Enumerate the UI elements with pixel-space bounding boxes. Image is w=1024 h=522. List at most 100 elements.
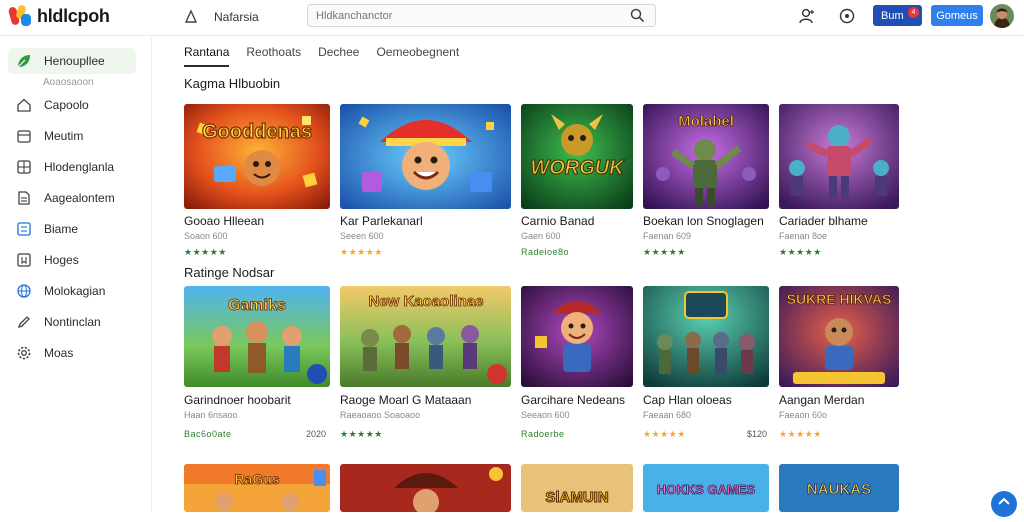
game-title[interactable]: Cariader blhame (779, 214, 868, 228)
game-card[interactable]: Cariader blhame Faenan 8oe ★★★★★ (779, 104, 899, 264)
sidebar-item-5[interactable]: Biame (8, 216, 136, 242)
game-thumbnail[interactable] (521, 286, 633, 387)
note-icon (17, 222, 31, 236)
game-card[interactable]: SlAMUIN (521, 464, 633, 512)
home-icon (17, 98, 31, 112)
game-card[interactable]: Garcihare Nedeans Seeaon 600 Radoerbe (521, 286, 633, 446)
tab-2[interactable]: Dechee (318, 42, 359, 67)
game-title[interactable]: Kar Parlekanarl (340, 214, 423, 228)
card-art-text: Gamiks (228, 297, 286, 314)
tab-bar: Rantana Reothoats Dechee Oemeobegnent (184, 42, 476, 68)
game-thumbnail[interactable] (340, 464, 511, 512)
card-art-text: WORGUK (530, 157, 625, 179)
game-price: $120 (747, 429, 768, 439)
sidebar-item-4[interactable]: Aagealontem (8, 185, 136, 211)
sidebar-item-1[interactable]: Capoolo (8, 92, 136, 118)
sidebar-item-9[interactable]: Moas (8, 340, 136, 366)
avatar[interactable] (990, 4, 1014, 28)
gear-icon (17, 346, 31, 360)
grid-icon (17, 160, 31, 174)
game-title[interactable]: Carnio Banad (521, 214, 594, 228)
game-subtitle: Seeen 600 (340, 231, 384, 241)
game-card[interactable]: Gooddenas Gooao Hlleean Soaon 600 ★★★★★ (184, 104, 330, 264)
card-art-text: SlAMUIN (545, 489, 608, 506)
game-title[interactable]: Aangan Merdan (779, 393, 864, 407)
sidebar-item-6[interactable]: Hoges (8, 247, 136, 273)
game-thumbnail[interactable]: Gooddenas (184, 104, 330, 209)
sidebar-item-home[interactable]: Henoupllee (8, 48, 136, 74)
game-thumbnail[interactable]: New Kaoaolinae (340, 286, 511, 387)
game-thumbnail[interactable] (779, 104, 899, 209)
game-card[interactable]: Gamiks Garindnoer hoobarit Haan 6nsaoo B… (184, 286, 330, 446)
game-card[interactable] (340, 464, 511, 512)
card-art-text: Gooddenas (202, 121, 312, 143)
tab-3[interactable]: Oemeobegnent (376, 42, 459, 67)
game-thumbnail[interactable]: Gamiks (184, 286, 330, 387)
calendar-icon (17, 130, 31, 143)
game-card[interactable]: RaGus (184, 464, 330, 512)
game-rating: ★★★★★ (779, 247, 822, 257)
game-card[interactable]: NAUKAS (779, 464, 899, 512)
help-icon[interactable] (838, 7, 856, 25)
app-logo[interactable]: hldlcpoh (7, 4, 110, 27)
sidebar-item-3[interactable]: Hlodenglanla (8, 154, 136, 180)
game-thumbnail[interactable]: NAUKAS (779, 464, 899, 512)
section-title-2: Ratinge Nodsar (184, 265, 275, 280)
game-title[interactable]: Gooao Hlleean (184, 214, 264, 228)
floating-action-button[interactable] (991, 491, 1017, 517)
game-rating: ★★★★★ (340, 247, 383, 257)
game-subtitle: Haan 6nsaoo (184, 410, 238, 420)
primary-button-label: Bum (881, 9, 904, 22)
card-art-text: HOKKS GAMES (657, 482, 756, 497)
game-thumbnail[interactable]: HOKKS GAMES (643, 464, 769, 512)
logo-icon (7, 4, 32, 27)
game-title[interactable]: Cap Hlan oloeas (643, 393, 732, 407)
document-icon (18, 191, 30, 205)
game-thumbnail[interactable] (643, 286, 769, 387)
tab-1[interactable]: Reothoats (246, 42, 301, 67)
game-rating: Radeioe8o (521, 247, 570, 257)
primary-button[interactable]: Bum 4 (873, 5, 922, 26)
game-rating: ★★★★★ (340, 429, 383, 439)
top-bar: hldlcpoh Nafarsia Bum 4 Gomeus (0, 0, 1024, 36)
game-title[interactable]: Raoge Moarl G Mataaan (340, 393, 471, 407)
game-card[interactable]: WORGUK Carnio Banad Gaen 600 Radeioe8o (521, 104, 633, 264)
bell-icon[interactable] (182, 8, 200, 26)
search-icon[interactable] (630, 8, 645, 23)
search-input[interactable] (308, 5, 608, 26)
user-add-icon[interactable] (798, 7, 816, 25)
globe-icon (17, 284, 31, 298)
game-card[interactable]: HOKKS GAMES (643, 464, 769, 512)
sidebar-sub-label: Aoaosaoon (43, 77, 94, 88)
card-art-text: NAUKAS (807, 481, 871, 498)
game-thumbnail[interactable]: SUKRE HIKVAS (779, 286, 899, 387)
game-thumbnail[interactable]: SlAMUIN (521, 464, 633, 512)
game-title[interactable]: Garindnoer hoobarit (184, 393, 291, 407)
game-card[interactable]: SUKRE HIKVAS Aangan Merdan Faeaon 60o ★★… (779, 286, 899, 446)
notification-badge: 4 (908, 7, 919, 18)
search-box[interactable] (307, 4, 656, 27)
game-card[interactable]: Molabel Boekan lon Snoglagen Faenan 609 … (643, 104, 769, 264)
sidebar-item-7[interactable]: Molokagian (8, 278, 136, 304)
game-title[interactable]: Boekan lon Snoglagen (643, 214, 764, 228)
secondary-button[interactable]: Gomeus (931, 5, 983, 26)
sidebar-item-8[interactable]: Nontinclan (8, 309, 136, 335)
game-rating: ★★★★★ (779, 429, 822, 439)
game-thumbnail[interactable]: WORGUK (521, 104, 633, 209)
card-art-text: Molabel (678, 113, 734, 130)
pen-icon (17, 316, 30, 329)
game-card[interactable]: Cap Hlan oloeas Faeaan 680 ★★★★★ $120 (643, 286, 769, 446)
game-card[interactable]: Kar Parlekanarl Seeen 600 ★★★★★ (340, 104, 511, 264)
tab-0[interactable]: Rantana (184, 42, 230, 67)
app-name: hldlcpoh (37, 5, 110, 26)
game-rating: Radoerbe (521, 429, 565, 439)
game-card[interactable]: New Kaoaolinae Raoge Moarl G Mataaan Rae… (340, 286, 511, 446)
leaf-icon (17, 55, 30, 68)
game-title[interactable]: Garcihare Nedeans (521, 393, 625, 407)
sidebar-item-2[interactable]: Meutim (8, 123, 136, 149)
game-subtitle: Soaon 600 (184, 231, 228, 241)
game-thumbnail[interactable] (340, 104, 511, 209)
game-thumbnail[interactable]: RaGus (184, 464, 330, 512)
top-nav-label[interactable]: Nafarsia (214, 10, 259, 24)
game-thumbnail[interactable]: Molabel (643, 104, 769, 209)
